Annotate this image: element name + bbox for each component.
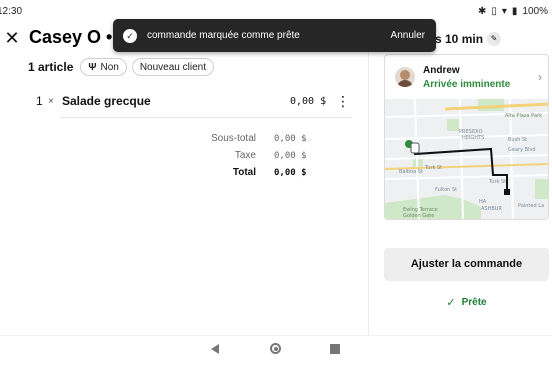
status-icons: ✱ ▯ ▾ ▮ 100%: [478, 6, 548, 17]
svg-text:Golden Gate: Golden Gate: [403, 213, 434, 219]
svg-text:HA: HA: [479, 199, 487, 205]
courier-card[interactable]: Andrew Arrivée imminente › PRESIDIO HEIG…: [384, 54, 549, 220]
vibrate-icon: ▯: [491, 5, 497, 17]
adjust-order-button[interactable]: Ajuster la commande: [384, 248, 549, 281]
utensils-chip: Ψ Non: [80, 58, 127, 76]
svg-text:Turk St: Turk St: [424, 165, 442, 171]
system-nav-bar: [0, 335, 552, 362]
svg-text:Painted La: Painted La: [518, 203, 544, 209]
courier-info: Andrew Arrivée imminente: [423, 65, 510, 90]
back-icon[interactable]: [211, 344, 219, 354]
svg-text:Balboa St: Balboa St: [399, 169, 423, 175]
svg-text:Geary Blvd: Geary Blvd: [508, 147, 536, 153]
subtotal-row: Sous-total 0,00 $: [200, 130, 360, 147]
courier-status: Arrivée imminente: [423, 78, 511, 90]
new-customer-badge: Nouveau client: [131, 58, 214, 76]
screen: 12:30 ✱ ▯ ▾ ▮ 100% ✕ Casey O • 0 1 artic…: [0, 0, 552, 368]
tax-row: Taxe 0,00 $: [200, 147, 360, 164]
total-value: 0,00 $: [274, 167, 307, 178]
order-item-row[interactable]: 1 × Salade grecque 0,00 $ ⋮: [36, 92, 350, 110]
undo-button[interactable]: Annuler: [391, 30, 425, 41]
svg-text:Turk St: Turk St: [488, 179, 506, 185]
wifi-icon: ▾: [501, 5, 507, 17]
total-label: Total: [232, 167, 256, 178]
tax-value: 0,00 $: [274, 150, 307, 161]
delivery-panel: s 10 min ✎ Andrew Arrivée imminente › PR…: [368, 22, 552, 335]
home-icon[interactable]: [270, 343, 281, 354]
utensils-label: Non: [100, 61, 119, 73]
svg-text:HEIGHTS: HEIGHTS: [462, 135, 484, 141]
bluetooth-icon: ✱: [477, 5, 487, 17]
battery-percent: 100%: [522, 5, 548, 17]
tax-label: Taxe: [234, 150, 256, 161]
recent-apps-icon[interactable]: [330, 344, 340, 354]
svg-text:ASHBUR: ASHBUR: [481, 206, 502, 212]
snackbar: ✓ commande marquée comme prête Annuler: [113, 19, 436, 52]
item-divider: [60, 117, 352, 118]
subtotal-value: 0,00 $: [274, 133, 307, 144]
check-circle-icon: ✓: [123, 28, 137, 43]
item-count: 1 article: [28, 60, 74, 74]
eta-text: s 10 min: [435, 32, 484, 46]
chevron-right-icon: ›: [538, 70, 542, 84]
courier-header[interactable]: Andrew Arrivée imminente ›: [385, 55, 548, 99]
close-icon[interactable]: ✕: [2, 28, 22, 48]
item-quantity: 1: [36, 94, 43, 108]
total-row: Total 0,00 $: [200, 164, 360, 181]
item-multiplier: ×: [48, 95, 54, 107]
svg-text:Fulton St: Fulton St: [435, 187, 457, 193]
ready-label: Prête: [461, 296, 487, 308]
eta: s 10 min ✎: [435, 32, 502, 46]
item-price: 0,00 $: [290, 95, 327, 107]
order-meta: 1 article Ψ Non Nouveau client: [28, 58, 214, 76]
new-customer-label: Nouveau client: [139, 61, 206, 73]
battery-icon: ▮: [511, 5, 518, 17]
snackbar-message: commande marquée comme prête: [147, 30, 300, 41]
more-options-icon[interactable]: ⋮: [336, 94, 350, 108]
svg-text:Bush St: Bush St: [508, 137, 527, 143]
courier-name: Andrew: [423, 64, 460, 76]
avatar: [395, 67, 415, 87]
subtotal-label: Sous-total: [210, 133, 256, 144]
status-time: 12:30: [0, 5, 23, 17]
order-totals: Sous-total 0,00 $ Taxe 0,00 $ Total 0,00…: [200, 130, 360, 181]
item-name: Salade grecque: [62, 94, 151, 108]
check-icon: ✓: [446, 296, 456, 309]
utensils-icon: Ψ: [88, 61, 97, 73]
delivery-map[interactable]: PRESIDIO HEIGHTS Alta Plaza Park Bush St…: [385, 99, 549, 220]
edit-eta-icon[interactable]: ✎: [487, 32, 502, 46]
ready-button[interactable]: ✓ Prête: [384, 292, 549, 312]
svg-text:Alta Plaza Park: Alta Plaza Park: [505, 113, 542, 119]
